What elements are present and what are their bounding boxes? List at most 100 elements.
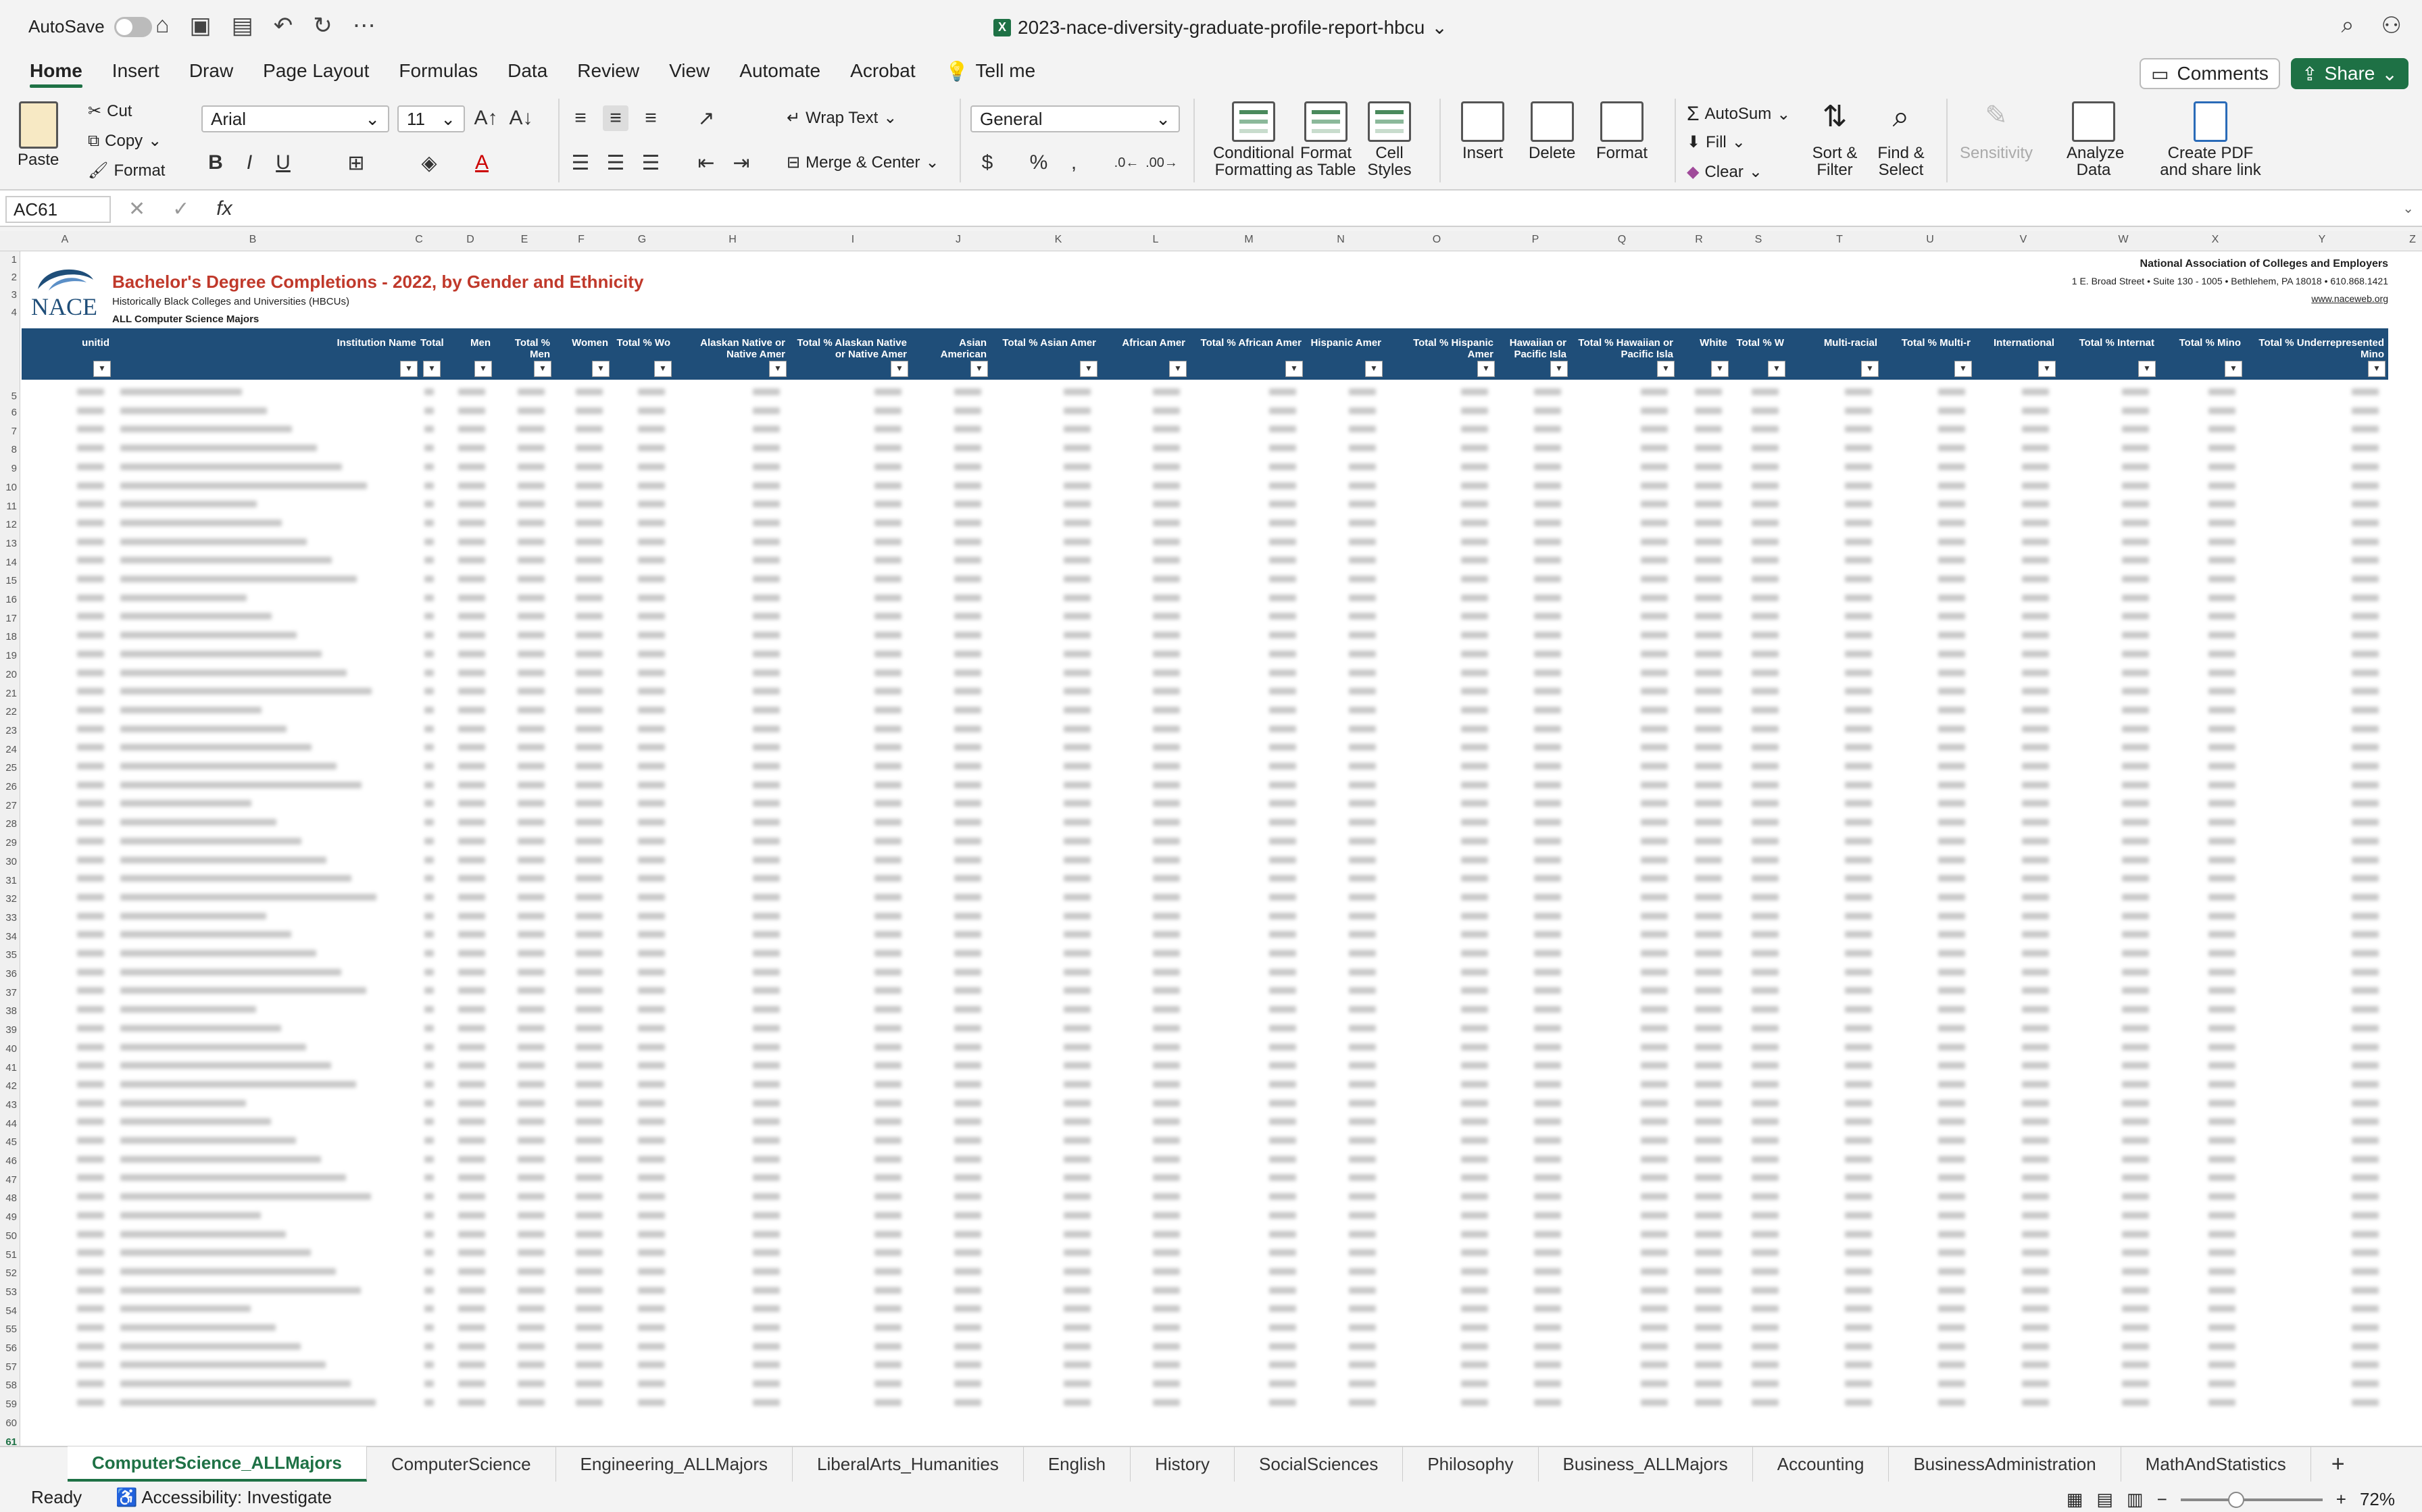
autosum-button[interactable]: Σ AutoSum ⌄ <box>1687 103 1790 126</box>
tab-insert[interactable]: Insert <box>97 54 174 88</box>
fill-color-icon[interactable]: ◈ <box>416 150 442 176</box>
filter-dropdown-icon[interactable]: ▼ <box>1285 361 1303 377</box>
number-format-select[interactable]: General ⌄ <box>970 105 1180 132</box>
normal-view-icon[interactable]: ▦ <box>2067 1489 2083 1510</box>
column-header-n[interactable]: N <box>1337 234 1345 246</box>
filter-dropdown-icon[interactable]: ▼ <box>2138 361 2156 377</box>
filter-dropdown-icon[interactable]: ▼ <box>1954 361 1972 377</box>
row-header[interactable]: 28 <box>5 818 17 830</box>
row-header[interactable]: 6 <box>11 407 17 418</box>
row-header[interactable]: 35 <box>5 949 17 961</box>
tab-data[interactable]: Data <box>493 54 562 88</box>
row-header[interactable]: 46 <box>5 1155 17 1167</box>
row-header[interactable]: 20 <box>5 669 17 680</box>
wrap-text-button[interactable]: ↵ Wrap Text ⌄ <box>787 108 897 128</box>
format-cells-button[interactable]: Format <box>1596 101 1648 161</box>
filter-dropdown-icon[interactable]: ▼ <box>1550 361 1568 377</box>
column-header-g[interactable]: G <box>638 234 646 246</box>
add-sheet-icon[interactable]: + <box>2311 1451 2365 1478</box>
align-center-icon[interactable]: ☰ <box>603 150 628 176</box>
column-header-t[interactable]: T <box>1836 234 1843 246</box>
font-size-select[interactable]: 11 ⌄ <box>397 105 465 132</box>
row-header[interactable]: 43 <box>5 1099 17 1111</box>
row-header[interactable]: 32 <box>5 893 17 905</box>
row-header[interactable]: 1 <box>11 254 17 266</box>
align-bottom-icon[interactable]: ≡ <box>638 105 664 131</box>
row-header[interactable]: 38 <box>5 1005 17 1017</box>
column-header-c[interactable]: C <box>415 234 423 246</box>
filter-dropdown-icon[interactable]: ▼ <box>2368 361 2386 377</box>
row-header[interactable]: 17 <box>5 613 17 624</box>
row-header[interactable]: 45 <box>5 1136 17 1148</box>
comma-style-icon[interactable]: , <box>1061 150 1087 176</box>
row-header[interactable]: 22 <box>5 706 17 717</box>
row-header[interactable]: 27 <box>5 800 17 811</box>
column-header-m[interactable]: M <box>1244 234 1253 246</box>
column-header-p[interactable]: P <box>1532 234 1539 246</box>
row-header[interactable]: 56 <box>5 1342 17 1354</box>
sheet-tab[interactable]: BusinessAdministration <box>1889 1446 2121 1482</box>
row-header[interactable]: 2 <box>11 272 17 283</box>
paste-button[interactable]: Paste <box>18 101 59 168</box>
tab-draw[interactable]: Draw <box>174 54 248 88</box>
row-header[interactable]: 60 <box>5 1417 17 1429</box>
filter-dropdown-icon[interactable]: ▼ <box>423 361 441 377</box>
insert-cells-button[interactable]: Insert <box>1461 101 1504 161</box>
row-header[interactable]: 9 <box>11 463 17 474</box>
percent-icon[interactable]: % <box>1026 150 1052 176</box>
column-header-e[interactable]: E <box>521 234 528 246</box>
increase-font-icon[interactable]: A↑ <box>473 105 499 131</box>
sheet-tab[interactable]: Accounting <box>1753 1446 1889 1482</box>
row-header[interactable]: 10 <box>5 482 17 493</box>
format-as-table-button[interactable]: Format as Table <box>1292 101 1360 178</box>
row-header[interactable]: 4 <box>11 307 17 318</box>
align-right-icon[interactable]: ☰ <box>638 150 664 176</box>
accessibility-status[interactable]: ♿ Accessibility: Investigate <box>116 1487 332 1508</box>
check-icon[interactable]: ✓ <box>172 197 189 221</box>
row-header[interactable]: 39 <box>5 1024 17 1036</box>
column-header-v[interactable]: V <box>2020 234 2027 246</box>
row-header[interactable]: 36 <box>5 968 17 980</box>
formula-input[interactable] <box>243 196 2395 223</box>
row-header[interactable]: 58 <box>5 1380 17 1391</box>
filter-dropdown-icon[interactable]: ▼ <box>1365 361 1383 377</box>
zoom-in-icon[interactable]: + <box>2336 1489 2346 1510</box>
decrease-font-icon[interactable]: A↓ <box>508 105 534 131</box>
redo-icon[interactable]: ↻ <box>313 12 332 39</box>
align-middle-icon[interactable]: ≡ <box>603 105 628 131</box>
row-header[interactable]: 42 <box>5 1080 17 1092</box>
row-header[interactable]: 21 <box>5 688 17 699</box>
row-header[interactable]: 37 <box>5 987 17 999</box>
filter-dropdown-icon[interactable]: ▼ <box>592 361 610 377</box>
sheet-tab[interactable]: Philosophy <box>1403 1446 1539 1482</box>
font-color-icon[interactable]: A <box>469 150 495 176</box>
filter-dropdown-icon[interactable]: ▼ <box>400 361 418 377</box>
row-header[interactable]: 23 <box>5 725 17 736</box>
column-header-l[interactable]: L <box>1153 234 1159 246</box>
row-header[interactable]: 33 <box>5 912 17 924</box>
cell-styles-button[interactable]: Cell Styles <box>1362 101 1416 178</box>
merge-center-button[interactable]: ⊟ Merge & Center ⌄ <box>787 153 939 172</box>
row-header[interactable]: 26 <box>5 781 17 792</box>
row-header[interactable]: 15 <box>5 575 17 586</box>
search-icon[interactable]: ⌕ <box>2341 12 2354 39</box>
row-header[interactable]: 57 <box>5 1361 17 1373</box>
row-header[interactable]: 55 <box>5 1324 17 1335</box>
sort-filter-button[interactable]: ⇅ Sort & Filter <box>1811 101 1858 178</box>
page-layout-view-icon[interactable]: ▤ <box>2096 1489 2113 1510</box>
bold-icon[interactable]: B <box>203 150 228 176</box>
filter-dropdown-icon[interactable]: ▼ <box>474 361 492 377</box>
filter-dropdown-icon[interactable]: ▼ <box>970 361 988 377</box>
column-header-a[interactable]: A <box>61 234 69 246</box>
clear-button[interactable]: ◆ Clear ⌄ <box>1687 162 1762 182</box>
filter-dropdown-icon[interactable]: ▼ <box>1477 361 1495 377</box>
align-left-icon[interactable]: ☰ <box>568 150 593 176</box>
autosave[interactable]: AutoSave <box>28 16 152 37</box>
filter-dropdown-icon[interactable]: ▼ <box>1080 361 1097 377</box>
column-header-z[interactable]: Z <box>2409 234 2416 246</box>
sheet-tab[interactable]: Engineering_ALLMajors <box>556 1446 793 1482</box>
filter-dropdown-icon[interactable]: ▼ <box>1657 361 1675 377</box>
column-header-x[interactable]: X <box>2212 234 2219 246</box>
row-header[interactable]: 47 <box>5 1174 17 1186</box>
row-header[interactable]: 14 <box>5 557 17 568</box>
